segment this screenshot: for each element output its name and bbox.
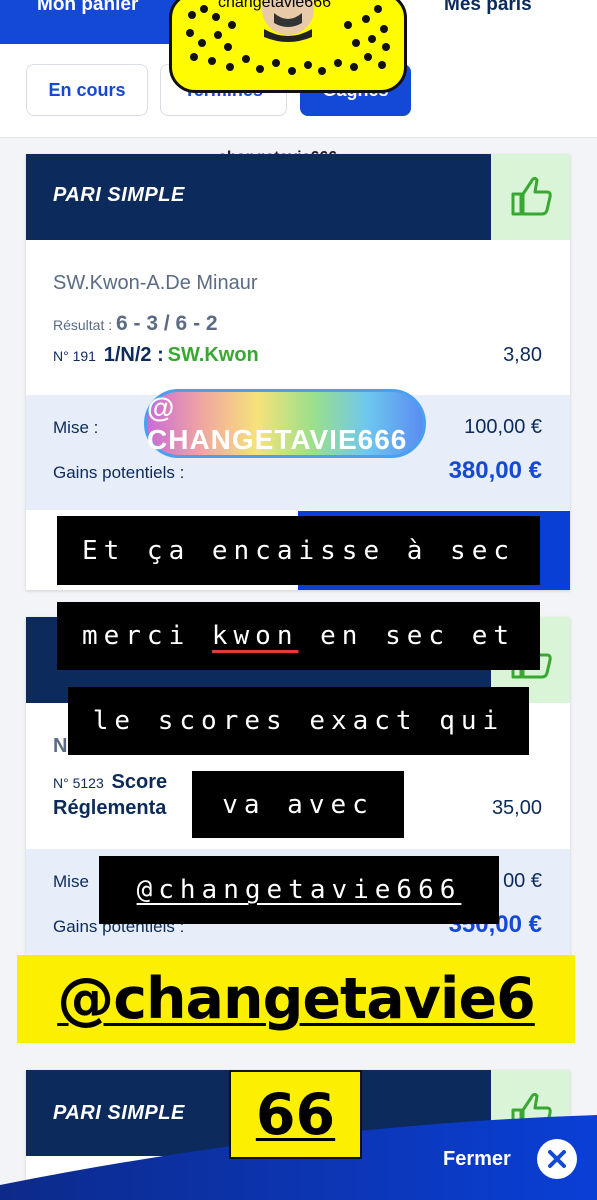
filter-en-cours[interactable]: En cours <box>26 64 148 116</box>
bet-number: N° 5123 <box>53 775 104 791</box>
bet-line: N° 5123 Score <box>53 771 167 794</box>
caption-line-3: le scores exact qui <box>68 687 529 755</box>
snapcode-overlay: changetavie666 <box>169 0 407 93</box>
caption-handle: @changetavie666 <box>136 875 462 905</box>
stake-label: Mise : <box>53 418 99 437</box>
result-row: Résultat : 6 - 3 / 6 - 2 <box>53 312 218 336</box>
stake-value: 00 € <box>503 870 542 892</box>
caption-line-2: merci kwon en sec et <box>57 602 540 670</box>
result-value: 6 - 3 / 6 - 2 <box>116 312 218 335</box>
ticket-type-label: PARI SIMPLE <box>53 184 185 206</box>
caption-part: merci <box>81 621 212 651</box>
bet-type-line2: Réglementa <box>53 797 167 819</box>
bet-type-line1: Score <box>111 771 168 793</box>
bet-odds: 3,80 <box>503 344 542 366</box>
stake-label: Mise <box>53 872 89 891</box>
thumbs-up-icon <box>511 176 552 216</box>
caption-highlight: kwon <box>211 621 299 651</box>
handle-banner: @changetavie6 <box>17 955 575 1043</box>
handle-suffix-text: 66 <box>255 1081 336 1148</box>
caption-line-4: va avec <box>192 771 404 838</box>
gains-value: 380,00 € <box>448 457 542 484</box>
bet-odds: 35,00 <box>491 797 542 819</box>
caption-line-1: Et ça encaisse à sec <box>57 516 540 585</box>
caption-part: en sec et <box>298 621 516 651</box>
bet-number: N° 191 <box>53 348 96 364</box>
close-icon <box>548 1150 566 1168</box>
close-label[interactable]: Fermer <box>443 1148 511 1171</box>
gains-label: Gains potentiels : <box>53 463 185 482</box>
snapcode-dots <box>186 0 390 75</box>
close-button[interactable] <box>537 1139 577 1179</box>
stake-value: 100,00 € <box>464 416 542 438</box>
handle-banner-suffix: 66 <box>229 1070 362 1159</box>
bet-line-2: Réglementa <box>53 797 166 820</box>
instagram-tag-sticker: @ CHANGETAVIE666 <box>144 389 426 458</box>
snapcode-username: changetavie666 <box>218 0 331 11</box>
bet-type: 1/N/2 : <box>103 344 164 366</box>
match-name: SW.Kwon-A.De Minaur <box>53 272 258 294</box>
ticket-header: PARI SIMPLE <box>26 154 491 240</box>
tab-mon-panier-label: Mon panier <box>37 0 139 15</box>
result-label: Résultat : <box>53 317 113 333</box>
match-name-partial: N <box>53 735 68 757</box>
handle-banner-text: @changetavie6 <box>57 966 536 1032</box>
tab-mes-paris[interactable]: Mes paris <box>444 0 532 16</box>
bet-selection: SW.Kwon <box>167 344 259 366</box>
won-thumbs-up <box>491 154 570 240</box>
bet-line: N° 191 1/N/2 : SW.Kwon <box>53 344 259 367</box>
caption-line-5: @changetavie666 <box>99 856 499 924</box>
